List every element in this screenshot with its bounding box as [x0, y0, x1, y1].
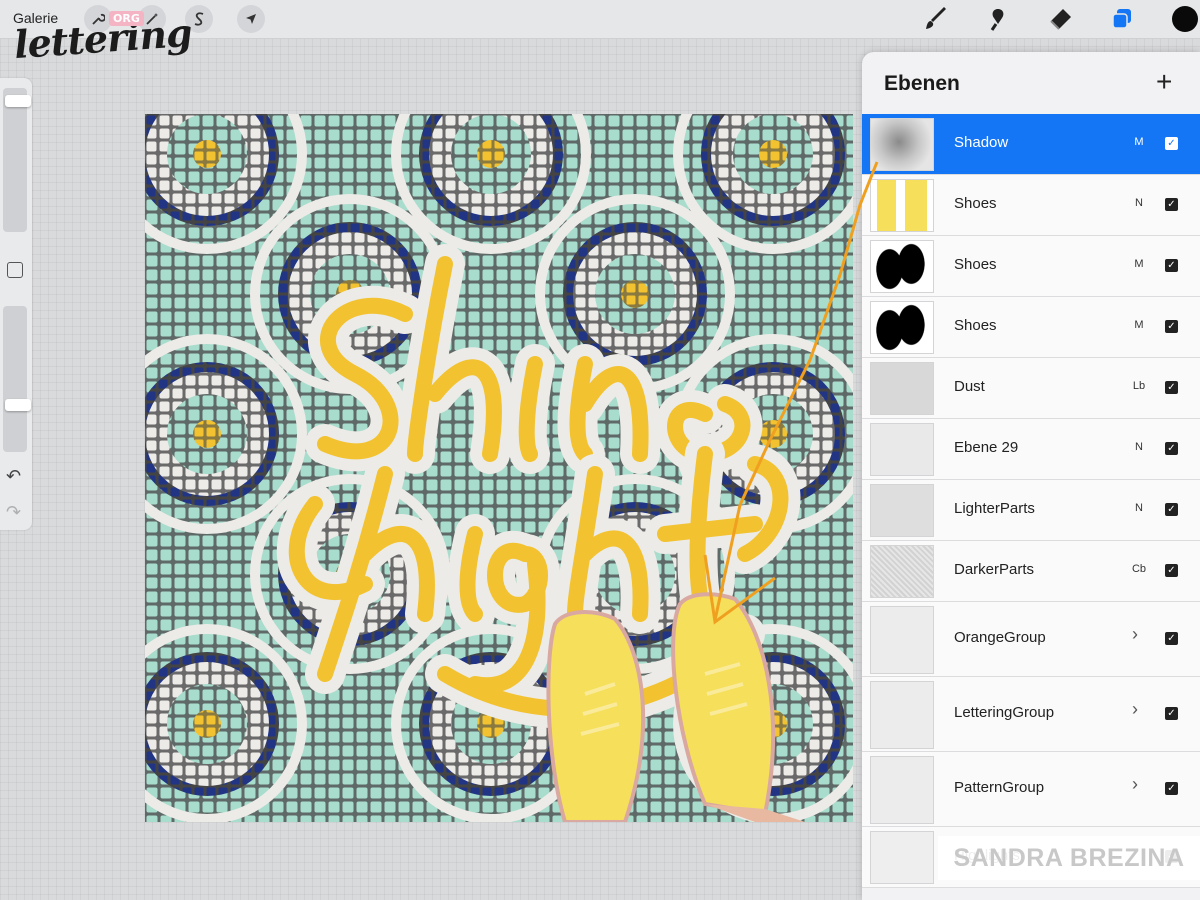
layer-thumbnail	[870, 240, 934, 293]
artwork-canvas[interactable]	[145, 114, 853, 822]
layer-name: LighterParts	[954, 500, 1035, 517]
layer-row[interactable]: DarkerParts Cb ✓	[862, 541, 1200, 602]
layers-panel-title: Ebenen	[884, 72, 960, 95]
brush-icon[interactable]	[922, 5, 950, 33]
visibility-checkbox[interactable]: ✓	[1165, 782, 1178, 795]
layer-name: DarkerParts	[954, 561, 1035, 578]
layer-row[interactable]: Shoes M ✓	[862, 236, 1200, 297]
layer-name: Shoes	[954, 195, 997, 212]
layer-name: LetteringGroup	[954, 704, 1055, 721]
layer-thumbnail	[870, 606, 934, 674]
blend-mode-button[interactable]: N	[1124, 441, 1154, 453]
blend-mode-button[interactable]: N	[1124, 502, 1154, 514]
visibility-checkbox[interactable]: ✓	[1165, 137, 1178, 150]
mosaic-artwork	[145, 114, 853, 822]
layer-row[interactable]: OrangeGroup › ✓	[862, 602, 1200, 677]
layer-thumbnail	[870, 423, 934, 476]
layer-thumbnail	[870, 831, 934, 884]
layer-name: Shadow	[954, 134, 1009, 151]
visibility-checkbox[interactable]: ✓	[1165, 198, 1178, 211]
layers-panel: Ebenen + Shadow M ✓ Shoes N ✓ Shoes M ✓ Shoes M ✓ Du…	[862, 52, 1200, 900]
watermark: SANDRA BREZINA	[938, 836, 1200, 880]
undo-icon[interactable]: ↶	[6, 466, 21, 487]
eraser-icon[interactable]	[1046, 5, 1074, 33]
layer-thumbnail	[870, 362, 934, 415]
smudge-icon[interactable]	[984, 5, 1012, 33]
layer-name: PatternGroup	[954, 779, 1045, 796]
chevron-right-icon[interactable]: ›	[1132, 624, 1138, 645]
chevron-right-icon[interactable]: ›	[1132, 774, 1138, 795]
layers-list: Shadow M ✓ Shoes N ✓ Shoes M ✓ Shoes M ✓ Dust Lb ✓ Eben…	[862, 114, 1200, 888]
layer-name: Shoes	[954, 256, 997, 273]
blend-mode-button[interactable]: M	[1124, 258, 1154, 270]
layer-row[interactable]: Shoes N ✓	[862, 175, 1200, 236]
layer-name: OrangeGroup	[954, 629, 1046, 646]
layer-name: Shoes	[954, 317, 997, 334]
layer-thumbnail	[870, 545, 934, 598]
brush-size-knob[interactable]	[5, 95, 31, 108]
layer-row[interactable]: LetteringGroup › ✓	[862, 677, 1200, 752]
brush-size-slider[interactable]	[3, 88, 31, 232]
blend-mode-button[interactable]: M	[1124, 136, 1154, 148]
add-layer-icon[interactable]: +	[1156, 66, 1172, 98]
layer-thumbnail	[870, 118, 934, 171]
layer-thumbnail	[870, 681, 934, 749]
color-picker-button[interactable]	[1172, 6, 1198, 32]
layer-thumbnail	[870, 756, 934, 824]
layer-row[interactable]: LighterParts N ✓	[862, 480, 1200, 541]
blend-mode-button[interactable]: N	[1124, 197, 1154, 209]
layer-row[interactable]: Shadow M ✓	[862, 114, 1200, 175]
layer-name: Dust	[954, 378, 985, 395]
blend-mode-button[interactable]: Lb	[1124, 380, 1154, 392]
left-sidebar: ↶ ↷	[0, 78, 32, 530]
blend-mode-button[interactable]: M	[1124, 319, 1154, 331]
opacity-knob[interactable]	[5, 399, 31, 412]
visibility-checkbox[interactable]: ✓	[1165, 442, 1178, 455]
layer-row[interactable]: Ebene 29 N ✓	[862, 419, 1200, 480]
redo-icon[interactable]: ↷	[6, 502, 21, 523]
modify-square-button[interactable]	[7, 262, 23, 278]
layer-row[interactable]: Dust Lb ✓	[862, 358, 1200, 419]
visibility-checkbox[interactable]: ✓	[1165, 564, 1178, 577]
visibility-checkbox[interactable]: ✓	[1165, 381, 1178, 394]
visibility-checkbox[interactable]: ✓	[1165, 503, 1178, 516]
layers-icon[interactable]	[1108, 5, 1136, 33]
visibility-checkbox[interactable]: ✓	[1165, 259, 1178, 272]
opacity-slider[interactable]	[3, 306, 31, 452]
layer-thumbnail	[870, 179, 934, 232]
layer-thumbnail	[870, 301, 934, 354]
layer-row[interactable]: PatternGroup › ✓	[862, 752, 1200, 827]
logo-badge: ORG	[109, 11, 144, 26]
blend-mode-button[interactable]: Cb	[1124, 563, 1154, 575]
layer-name: Ebene 29	[954, 439, 1019, 456]
visibility-checkbox[interactable]: ✓	[1165, 632, 1178, 645]
layer-thumbnail	[870, 484, 934, 537]
top-toolbar: Galerie lettering ORG	[0, 0, 1200, 67]
layer-row[interactable]: Shoes M ✓	[862, 297, 1200, 358]
visibility-checkbox[interactable]: ✓	[1165, 707, 1178, 720]
visibility-checkbox[interactable]: ✓	[1165, 320, 1178, 333]
transform-arrow-icon[interactable]	[237, 5, 265, 33]
chevron-right-icon[interactable]: ›	[1132, 699, 1138, 720]
